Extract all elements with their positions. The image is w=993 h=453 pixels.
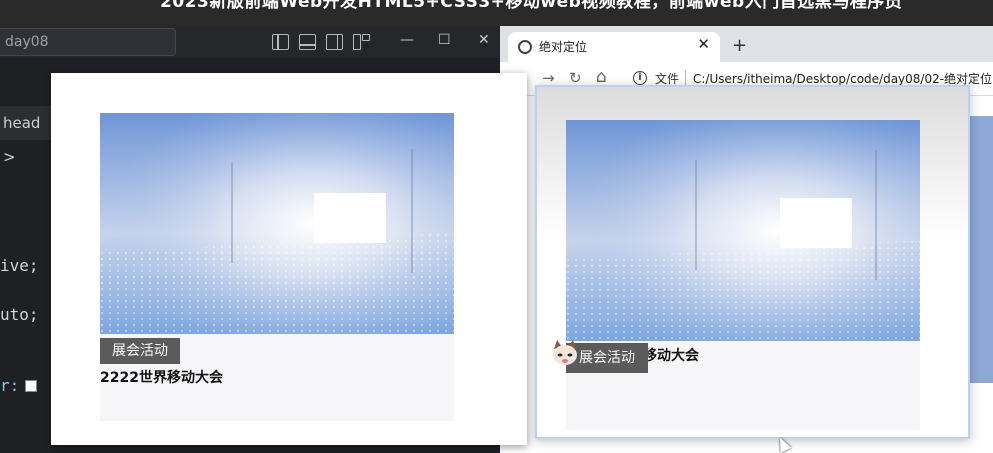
- card-title: 2222世界移动大会: [100, 370, 223, 386]
- layout-customize-icon[interactable]: [353, 34, 370, 50]
- code-property: r:: [0, 376, 20, 395]
- card: 2222世界移动大会 展会活动: [566, 120, 920, 430]
- globe-icon: [518, 40, 532, 54]
- code-line: uto;: [0, 305, 39, 324]
- layout-sidebar-right-icon[interactable]: [326, 34, 343, 50]
- search-input[interactable]: day08: [0, 28, 176, 56]
- mascot-icon: [553, 340, 577, 365]
- code-line: r:: [0, 376, 38, 395]
- layout-sidebar-left-icon[interactable]: [272, 34, 289, 50]
- url-divider: [685, 70, 686, 86]
- card: 展会活动 2222世界移动大会: [100, 113, 454, 421]
- editor-toolbar: day08 — ☐ ✕: [0, 26, 500, 58]
- close-window-button[interactable]: ✕: [478, 32, 490, 48]
- banner-title: 2023新版前端Web开发HTML5+CSS3+移动web视频教程，前端web入…: [160, 0, 903, 12]
- background-image-strip: [970, 116, 993, 383]
- tab-absolute-positioning[interactable]: 绝对定位 ✕: [508, 32, 720, 62]
- layout-panel-bottom-icon[interactable]: [299, 34, 316, 50]
- maximize-button[interactable]: ☐: [438, 32, 451, 48]
- plus-icon[interactable]: +: [732, 35, 747, 56]
- browser-preview-panel: 2222世界移动大会 展会活动: [535, 85, 970, 439]
- layout-controls: [272, 34, 370, 50]
- card-photo: [566, 120, 920, 341]
- breadcrumb[interactable]: head >: [0, 106, 52, 166]
- color-swatch[interactable]: [25, 380, 38, 392]
- title-banner: 2023新版前端Web开发HTML5+CSS3+移动web视频教程，前端web入…: [0, 0, 993, 26]
- close-icon[interactable]: ✕: [697, 35, 710, 53]
- preview-window: 展会活动 2222世界移动大会: [51, 73, 527, 445]
- tab-strip: 绝对定位 ✕ +: [500, 26, 993, 62]
- corridor-image: [566, 120, 920, 341]
- tab-title: 绝对定位: [539, 40, 588, 54]
- info-icon[interactable]: i: [633, 71, 647, 85]
- card-badge: 展会活动: [100, 338, 180, 364]
- card-photo: [100, 113, 454, 334]
- home-icon[interactable]: ⌂: [596, 67, 607, 87]
- minimize-button[interactable]: —: [400, 32, 414, 48]
- code-line: ive;: [0, 256, 39, 275]
- corridor-image: [100, 113, 454, 334]
